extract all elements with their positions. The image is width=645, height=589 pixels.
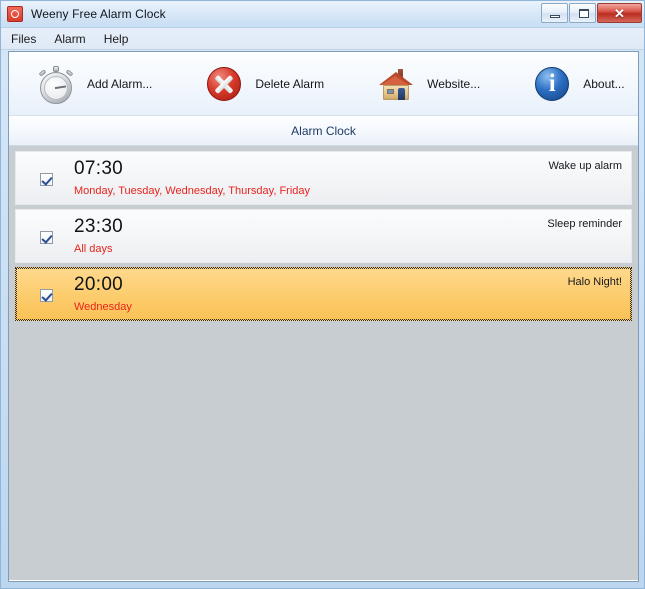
alarm-clock-icon bbox=[7, 6, 23, 22]
about-button[interactable]: i About... bbox=[527, 57, 629, 111]
window-controls: ✕ bbox=[541, 2, 642, 23]
maximize-icon bbox=[579, 8, 589, 18]
window-title: Weeny Free Alarm Clock bbox=[31, 7, 166, 21]
section-title: Alarm Clock bbox=[291, 123, 356, 138]
alarm-time: 23:30 bbox=[74, 216, 124, 237]
alarm-row[interactable]: 07:30 Monday, Tuesday, Wednesday, Thursd… bbox=[15, 151, 632, 205]
client-area: Add Alarm... Delete Alarm Website... i A… bbox=[8, 51, 639, 582]
toolbar: Add Alarm... Delete Alarm Website... i A… bbox=[9, 52, 638, 116]
add-alarm-button[interactable]: Add Alarm... bbox=[31, 57, 157, 111]
alarm-row[interactable]: 20:00 Wednesday Halo Night! bbox=[15, 267, 632, 321]
maximize-button[interactable] bbox=[569, 2, 596, 23]
alarm-time: 07:30 bbox=[74, 158, 124, 179]
delete-alarm-button[interactable]: Delete Alarm bbox=[199, 57, 329, 111]
alarm-time: 20:00 bbox=[74, 274, 124, 295]
alarm-enabled-checkbox[interactable] bbox=[40, 173, 53, 186]
alarm-label: Sleep reminder bbox=[547, 218, 622, 230]
alarm-days: Wednesday bbox=[74, 301, 132, 313]
about-label: About... bbox=[583, 76, 625, 91]
alarm-enabled-checkbox[interactable] bbox=[40, 289, 53, 302]
menu-item-help[interactable]: Help bbox=[104, 30, 139, 48]
menu-bar: Files Alarm Help bbox=[1, 28, 644, 50]
alarm-label: Wake up alarm bbox=[548, 160, 622, 172]
delete-circle-icon bbox=[204, 64, 244, 104]
close-button[interactable]: ✕ bbox=[597, 2, 642, 23]
alarm-list[interactable]: 07:30 Monday, Tuesday, Wednesday, Thursd… bbox=[9, 146, 638, 580]
delete-alarm-label: Delete Alarm bbox=[255, 76, 325, 91]
alarm-enabled-checkbox[interactable] bbox=[40, 231, 53, 244]
menu-item-alarm[interactable]: Alarm bbox=[54, 30, 95, 48]
website-label: Website... bbox=[427, 76, 481, 91]
alarm-days: All days bbox=[74, 243, 113, 255]
stopwatch-icon bbox=[36, 64, 76, 104]
menu-item-files[interactable]: Files bbox=[11, 30, 46, 48]
house-icon bbox=[376, 64, 416, 104]
website-button[interactable]: Website... bbox=[371, 57, 485, 111]
alarm-label: Halo Night! bbox=[567, 276, 622, 288]
application-window: Weeny Free Alarm Clock ✕ Files Alarm Hel… bbox=[0, 0, 645, 589]
minimize-icon bbox=[550, 14, 560, 18]
add-alarm-label: Add Alarm... bbox=[87, 76, 153, 91]
info-circle-icon: i bbox=[532, 64, 572, 104]
close-icon: ✕ bbox=[614, 5, 625, 21]
section-header: Alarm Clock bbox=[9, 116, 638, 146]
alarm-days: Monday, Tuesday, Wednesday, Thursday, Fr… bbox=[74, 185, 311, 197]
title-bar: Weeny Free Alarm Clock ✕ bbox=[1, 1, 644, 28]
minimize-button[interactable] bbox=[541, 2, 568, 23]
alarm-row[interactable]: 23:30 All days Sleep reminder bbox=[15, 209, 632, 263]
